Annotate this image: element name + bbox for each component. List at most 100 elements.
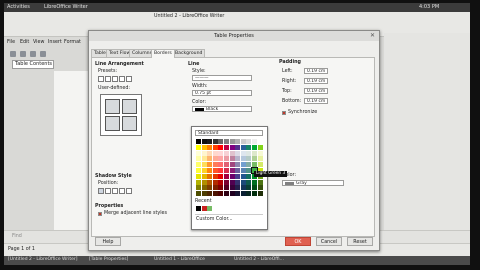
color-swatch[interactable] bbox=[257, 191, 263, 197]
color-swatch[interactable] bbox=[252, 144, 257, 150]
color-swatch[interactable] bbox=[212, 162, 218, 168]
color-swatch[interactable] bbox=[218, 144, 224, 150]
color-swatch[interactable] bbox=[201, 191, 207, 197]
color-swatch[interactable] bbox=[212, 150, 218, 156]
color-swatch[interactable] bbox=[196, 156, 201, 162]
color-swatch[interactable] bbox=[257, 144, 263, 150]
color-swatch[interactable] bbox=[201, 185, 207, 191]
palette-selector[interactable]: Standard bbox=[195, 130, 263, 136]
color-swatch[interactable] bbox=[207, 150, 213, 156]
color-swatch[interactable] bbox=[201, 150, 207, 156]
color-swatch[interactable] bbox=[207, 162, 213, 168]
color-swatch[interactable] bbox=[252, 191, 257, 197]
color-swatch[interactable] bbox=[252, 179, 257, 185]
new-document-icon[interactable] bbox=[10, 51, 16, 57]
color-swatch[interactable] bbox=[229, 156, 235, 162]
color-swatch[interactable] bbox=[229, 162, 235, 168]
taskbar-item-table-properties[interactable]: [Table Properties] bbox=[89, 257, 128, 262]
color-swatch[interactable] bbox=[240, 162, 246, 168]
color-swatch[interactable] bbox=[229, 185, 235, 191]
color-swatch[interactable] bbox=[207, 139, 213, 144]
color-swatch[interactable] bbox=[224, 168, 229, 173]
padding-bottom-field[interactable]: 0.19 cm bbox=[304, 98, 328, 104]
color-swatch[interactable] bbox=[246, 185, 252, 191]
color-swatch[interactable] bbox=[235, 168, 241, 173]
color-swatch[interactable] bbox=[201, 144, 207, 150]
color-swatch[interactable] bbox=[212, 168, 218, 173]
color-swatch[interactable] bbox=[229, 144, 235, 150]
color-swatch[interactable] bbox=[257, 150, 263, 156]
color-swatch[interactable] bbox=[229, 150, 235, 156]
color-swatch[interactable] bbox=[224, 156, 229, 162]
color-swatch[interactable] bbox=[212, 144, 218, 150]
tab-borders[interactable]: Borders bbox=[151, 49, 175, 58]
color-swatch[interactable] bbox=[229, 168, 235, 173]
color-swatch[interactable] bbox=[252, 139, 257, 144]
color-swatch[interactable] bbox=[252, 150, 257, 156]
color-swatch[interactable] bbox=[207, 173, 213, 179]
color-swatch[interactable] bbox=[218, 185, 224, 191]
color-swatch[interactable] bbox=[207, 144, 213, 150]
color-swatch[interactable] bbox=[218, 156, 224, 162]
color-swatch[interactable] bbox=[218, 139, 224, 144]
color-swatch[interactable] bbox=[235, 173, 241, 179]
app-menu-label[interactable]: LibreOffice Writer bbox=[44, 4, 88, 10]
reset-button[interactable]: Reset bbox=[347, 237, 373, 246]
color-swatch[interactable] bbox=[207, 179, 213, 185]
color-swatch[interactable] bbox=[240, 144, 246, 150]
color-swatch[interactable] bbox=[224, 150, 229, 156]
preset-outer-all[interactable] bbox=[119, 76, 125, 82]
color-swatch[interactable] bbox=[240, 191, 246, 197]
color-swatch[interactable] bbox=[218, 173, 224, 179]
color-swatch[interactable] bbox=[240, 168, 246, 173]
color-swatch[interactable] bbox=[246, 173, 252, 179]
color-swatch[interactable] bbox=[201, 168, 207, 173]
color-swatch[interactable] bbox=[224, 139, 229, 144]
color-swatch[interactable] bbox=[246, 162, 252, 168]
color-swatch[interactable] bbox=[212, 173, 218, 179]
color-swatch[interactable] bbox=[212, 185, 218, 191]
close-icon[interactable]: ✕ bbox=[369, 32, 376, 39]
color-swatch[interactable] bbox=[224, 144, 229, 150]
color-swatch[interactable] bbox=[196, 139, 201, 144]
recent-color-swatch[interactable] bbox=[196, 206, 201, 211]
color-swatch[interactable] bbox=[246, 168, 252, 173]
color-swatch[interactable] bbox=[235, 185, 241, 191]
border-preview[interactable] bbox=[100, 94, 142, 136]
color-swatch[interactable] bbox=[235, 144, 241, 150]
color-swatch[interactable] bbox=[201, 162, 207, 168]
save-icon[interactable] bbox=[30, 51, 36, 57]
color-swatch[interactable] bbox=[224, 162, 229, 168]
color-swatch[interactable] bbox=[212, 191, 218, 197]
activities-button[interactable]: Activities bbox=[7, 4, 30, 10]
color-swatch[interactable] bbox=[212, 179, 218, 185]
shadow-top-right[interactable] bbox=[112, 188, 118, 194]
print-icon[interactable] bbox=[40, 51, 46, 57]
color-swatch[interactable] bbox=[235, 191, 241, 197]
color-swatch[interactable] bbox=[201, 179, 207, 185]
color-swatch[interactable] bbox=[196, 150, 201, 156]
shadow-none[interactable] bbox=[98, 188, 104, 194]
recent-color-swatch[interactable] bbox=[201, 206, 207, 211]
color-swatch[interactable] bbox=[252, 156, 257, 162]
synchronize-checkbox[interactable] bbox=[282, 111, 286, 115]
color-swatch[interactable] bbox=[252, 185, 257, 191]
padding-left-field[interactable]: 0.19 cm bbox=[304, 68, 328, 74]
color-swatch[interactable] bbox=[257, 185, 263, 191]
padding-right-field[interactable]: 0.19 cm bbox=[304, 78, 328, 84]
color-swatch[interactable] bbox=[235, 179, 241, 185]
color-swatch[interactable] bbox=[196, 144, 201, 150]
line-color-select[interactable]: Black bbox=[192, 106, 252, 112]
menu-edit[interactable]: Edit bbox=[20, 40, 29, 45]
color-swatch[interactable] bbox=[224, 185, 229, 191]
color-swatch[interactable] bbox=[246, 144, 252, 150]
cancel-button[interactable]: Cancel bbox=[316, 237, 342, 246]
color-swatch[interactable] bbox=[218, 179, 224, 185]
line-style-select[interactable]: ——— bbox=[192, 75, 252, 81]
shadow-bottom-left[interactable] bbox=[119, 188, 125, 194]
color-swatch[interactable] bbox=[257, 162, 263, 168]
color-swatch[interactable] bbox=[207, 185, 213, 191]
color-swatch[interactable] bbox=[246, 156, 252, 162]
find-input[interactable]: Find bbox=[12, 234, 22, 239]
color-swatch[interactable] bbox=[224, 179, 229, 185]
